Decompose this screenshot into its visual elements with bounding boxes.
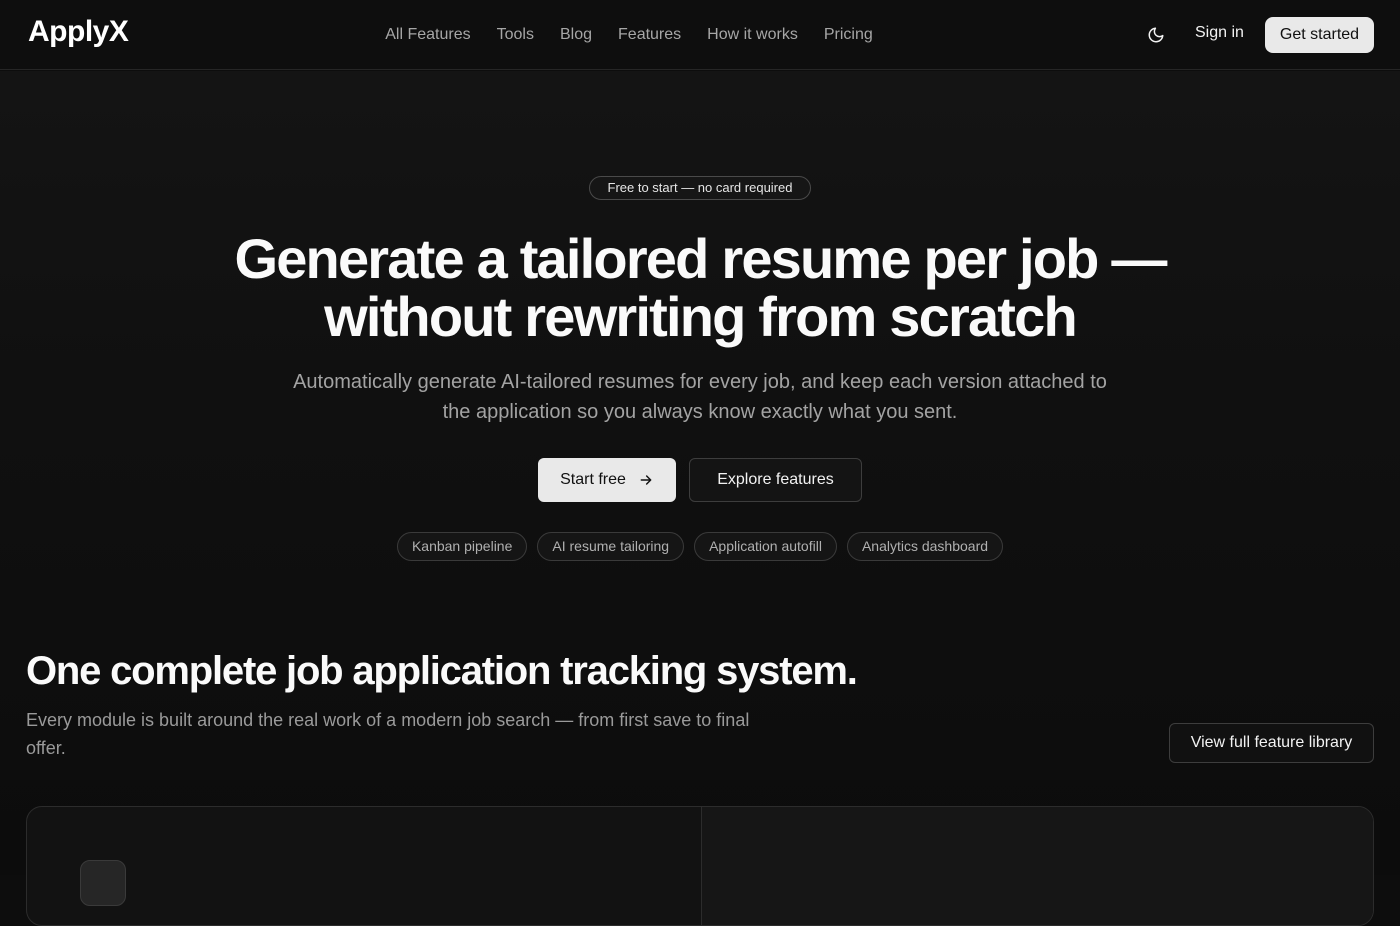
start-free-label: Start free xyxy=(560,471,626,488)
start-free-button[interactable]: Start free xyxy=(538,458,676,502)
view-feature-library-button[interactable]: View full feature library xyxy=(1169,723,1374,763)
sign-in-link[interactable]: Sign in xyxy=(1195,24,1244,42)
hero-title: Generate a tailored resume per job — wit… xyxy=(234,227,1167,348)
section-subtitle: Every module is built around the real wo… xyxy=(26,710,750,758)
theme-toggle-button[interactable] xyxy=(1144,23,1168,47)
get-started-button[interactable]: Get started xyxy=(1265,17,1374,53)
feature-card xyxy=(26,806,1374,926)
nav-link-how-it-works[interactable]: How it works xyxy=(707,26,798,44)
moon-icon xyxy=(1148,27,1164,43)
top-navbar: ApplyX All Features Tools Blog Features … xyxy=(0,0,1400,70)
feature-card-icon xyxy=(80,860,126,906)
nav-link-all-features[interactable]: All Features xyxy=(385,26,470,44)
explore-features-button[interactable]: Explore features xyxy=(689,458,862,502)
feature-card-preview xyxy=(702,807,1373,925)
free-badge: Free to start — no card required xyxy=(589,176,811,200)
arrow-right-icon xyxy=(640,475,652,485)
nav-link-features[interactable]: Features xyxy=(618,26,681,44)
pill-application-autofill: Application autofill xyxy=(694,532,837,561)
nav-link-pricing[interactable]: Pricing xyxy=(824,26,873,44)
feature-pills: Kanban pipeline AI resume tailoring Appl… xyxy=(0,532,1400,562)
nav-link-blog[interactable]: Blog xyxy=(560,26,592,44)
nav-link-tools[interactable]: Tools xyxy=(497,26,534,44)
nav-links: All Features Tools Blog Features How it … xyxy=(0,0,1258,70)
pill-ai-resume-tailoring: AI resume tailoring xyxy=(537,532,685,561)
pill-kanban-pipeline: Kanban pipeline xyxy=(396,532,528,561)
section-title: One complete job application tracking sy… xyxy=(26,649,858,693)
pill-analytics-dashboard: Analytics dashboard xyxy=(846,532,1004,561)
hero-subtitle: Automatically generate AI-tailored resum… xyxy=(293,371,1107,423)
